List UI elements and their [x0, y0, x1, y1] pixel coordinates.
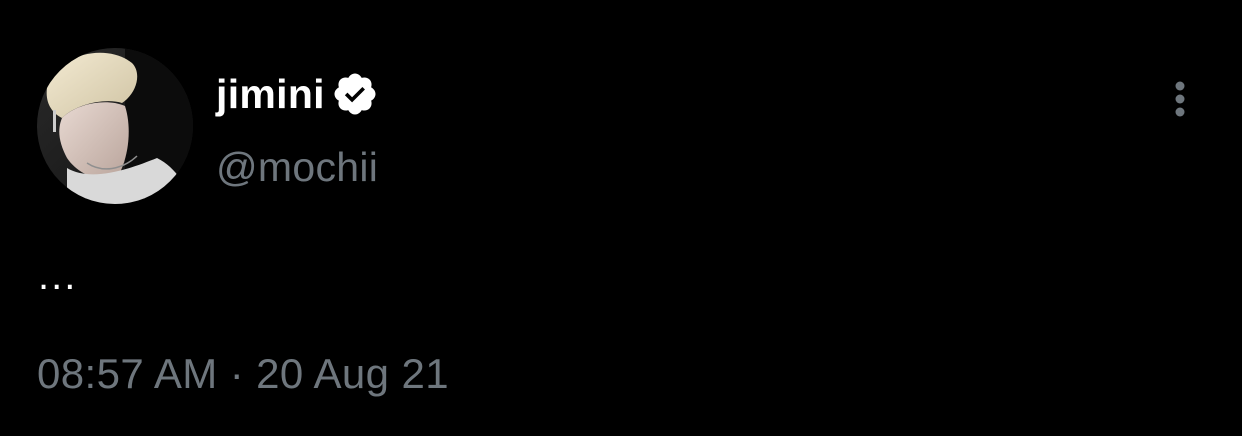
tweet-text: ... [38, 254, 78, 298]
author-handle[interactable]: @mochii [216, 144, 378, 191]
more-options-button[interactable] [1164, 78, 1196, 122]
avatar-photo [37, 48, 193, 204]
tweet: jimini @mochii ... 08:57 AM · 20 Aug 21 [0, 0, 1242, 436]
more-vertical-icon [1175, 81, 1185, 117]
verified-badge-icon [334, 73, 376, 115]
avatar[interactable] [37, 48, 193, 204]
author-name-row[interactable]: jimini [216, 66, 379, 122]
tweet-timestamp[interactable]: 08:57 AM · 20 Aug 21 [37, 350, 449, 398]
display-name[interactable]: jimini [216, 71, 325, 118]
